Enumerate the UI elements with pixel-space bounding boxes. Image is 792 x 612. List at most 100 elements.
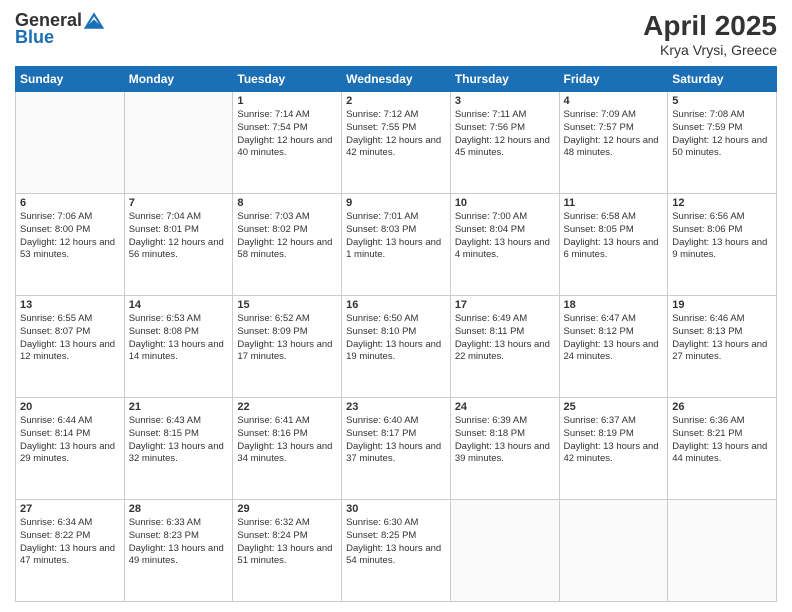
weekday-header-tuesday: Tuesday	[233, 67, 342, 92]
day-info: Sunrise: 6:46 AM Sunset: 8:13 PM Dayligh…	[672, 313, 772, 364]
day-info: Sunrise: 7:08 AM Sunset: 7:59 PM Dayligh…	[672, 109, 772, 160]
calendar-cell: 2 Sunrise: 7:12 AM Sunset: 7:55 PM Daylig…	[342, 92, 451, 194]
day-number: 21	[129, 401, 229, 413]
day-info: Sunrise: 6:47 AM Sunset: 8:12 PM Dayligh…	[564, 313, 664, 364]
day-info: Sunrise: 7:14 AM Sunset: 7:54 PM Dayligh…	[237, 109, 337, 160]
weekday-header-thursday: Thursday	[450, 67, 559, 92]
week-row-2: 13 Sunrise: 6:55 AM Sunset: 8:07 PM Dayli…	[16, 296, 777, 398]
day-number: 15	[237, 299, 337, 311]
calendar-cell: 3 Sunrise: 7:11 AM Sunset: 7:56 PM Daylig…	[450, 92, 559, 194]
day-number: 29	[237, 503, 337, 515]
calendar-cell: 25Sunrise: 6:37 AM Sunset: 8:19 PM Dayli…	[559, 398, 668, 500]
calendar-cell: 16Sunrise: 6:50 AM Sunset: 8:10 PM Dayli…	[342, 296, 451, 398]
day-number: 28	[129, 503, 229, 515]
day-info: Sunrise: 6:30 AM Sunset: 8:25 PM Dayligh…	[346, 517, 446, 568]
logo-icon	[84, 11, 104, 31]
calendar-subtitle: Krya Vrysi, Greece	[643, 42, 777, 58]
day-number: 12	[672, 197, 772, 209]
calendar-cell: 26 Sunrise: 6:36 AM Sunset: 8:21 PM Dayli…	[668, 398, 777, 500]
day-info: Sunrise: 6:39 AM Sunset: 8:18 PM Dayligh…	[455, 415, 555, 466]
day-info: Sunrise: 6:58 AM Sunset: 8:05 PM Dayligh…	[564, 211, 664, 262]
day-number: 8	[237, 197, 337, 209]
day-number: 5	[672, 95, 772, 107]
calendar-cell: 4 Sunrise: 7:09 AM Sunset: 7:57 PM Daylig…	[559, 92, 668, 194]
calendar-cell: 19Sunrise: 6:46 AM Sunset: 8:13 PM Dayli…	[668, 296, 777, 398]
calendar-cell: 27Sunrise: 6:34 AM Sunset: 8:22 PM Dayli…	[16, 500, 125, 602]
day-number: 18	[564, 299, 664, 311]
page: General Blue April 2025 Krya Vrysi, Gree…	[0, 0, 792, 612]
day-number: 6	[20, 197, 120, 209]
day-info: Sunrise: 6:44 AM Sunset: 8:14 PM Dayligh…	[20, 415, 120, 466]
day-number: 7	[129, 197, 229, 209]
calendar-cell: 24 Sunrise: 6:39 AM Sunset: 8:18 PM Dayli…	[450, 398, 559, 500]
weekday-header-wednesday: Wednesday	[342, 67, 451, 92]
day-number: 23	[346, 401, 446, 413]
day-number: 17	[455, 299, 555, 311]
calendar-cell: 20 Sunrise: 6:44 AM Sunset: 8:14 PM Dayli…	[16, 398, 125, 500]
calendar-cell: 29 Sunrise: 6:32 AM Sunset: 8:24 PM Dayli…	[233, 500, 342, 602]
calendar-cell: 17Sunrise: 6:49 AM Sunset: 8:11 PM Dayli…	[450, 296, 559, 398]
calendar-cell: 14 Sunrise: 6:53 AM Sunset: 8:08 PM Dayli…	[124, 296, 233, 398]
day-info: Sunrise: 7:01 AM Sunset: 8:03 PM Dayligh…	[346, 211, 446, 262]
weekday-header-sunday: Sunday	[16, 67, 125, 92]
day-number: 27	[20, 503, 120, 515]
day-info: Sunrise: 6:55 AM Sunset: 8:07 PM Dayligh…	[20, 313, 120, 364]
calendar-cell: 9Sunrise: 7:01 AM Sunset: 8:03 PM Daylig…	[342, 194, 451, 296]
day-info: Sunrise: 7:09 AM Sunset: 7:57 PM Dayligh…	[564, 109, 664, 160]
day-info: Sunrise: 6:50 AM Sunset: 8:10 PM Dayligh…	[346, 313, 446, 364]
header: General Blue April 2025 Krya Vrysi, Gree…	[15, 10, 777, 58]
day-number: 22	[237, 401, 337, 413]
day-number: 30	[346, 503, 446, 515]
day-number: 2	[346, 95, 446, 107]
calendar-cell: 5 Sunrise: 7:08 AM Sunset: 7:59 PM Daylig…	[668, 92, 777, 194]
calendar-title: April 2025	[643, 10, 777, 42]
day-number: 10	[455, 197, 555, 209]
calendar-cell: 10 Sunrise: 7:00 AM Sunset: 8:04 PM Dayli…	[450, 194, 559, 296]
weekday-header-monday: Monday	[124, 67, 233, 92]
day-info: Sunrise: 6:43 AM Sunset: 8:15 PM Dayligh…	[129, 415, 229, 466]
day-number: 20	[20, 401, 120, 413]
calendar-cell: 18 Sunrise: 6:47 AM Sunset: 8:12 PM Dayli…	[559, 296, 668, 398]
calendar-cell: 22 Sunrise: 6:41 AM Sunset: 8:16 PM Dayli…	[233, 398, 342, 500]
day-info: Sunrise: 6:37 AM Sunset: 8:19 PM Dayligh…	[564, 415, 664, 466]
day-info: Sunrise: 6:53 AM Sunset: 8:08 PM Dayligh…	[129, 313, 229, 364]
day-info: Sunrise: 7:11 AM Sunset: 7:56 PM Dayligh…	[455, 109, 555, 160]
day-info: Sunrise: 6:52 AM Sunset: 8:09 PM Dayligh…	[237, 313, 337, 364]
logo-blue: Blue	[15, 27, 54, 48]
calendar-cell: 15 Sunrise: 6:52 AM Sunset: 8:09 PM Dayli…	[233, 296, 342, 398]
calendar-cell: 12 Sunrise: 6:56 AM Sunset: 8:06 PM Dayli…	[668, 194, 777, 296]
week-row-0: 1 Sunrise: 7:14 AM Sunset: 7:54 PM Daylig…	[16, 92, 777, 194]
calendar-cell: 13 Sunrise: 6:55 AM Sunset: 8:07 PM Dayli…	[16, 296, 125, 398]
calendar-cell: 23Sunrise: 6:40 AM Sunset: 8:17 PM Dayli…	[342, 398, 451, 500]
week-row-3: 20 Sunrise: 6:44 AM Sunset: 8:14 PM Dayli…	[16, 398, 777, 500]
day-number: 4	[564, 95, 664, 107]
calendar-table: SundayMondayTuesdayWednesdayThursdayFrid…	[15, 66, 777, 602]
logo: General Blue	[15, 10, 104, 48]
day-info: Sunrise: 6:32 AM Sunset: 8:24 PM Dayligh…	[237, 517, 337, 568]
calendar-cell	[124, 92, 233, 194]
weekday-header-saturday: Saturday	[668, 67, 777, 92]
weekday-header-row: SundayMondayTuesdayWednesdayThursdayFrid…	[16, 67, 777, 92]
title-block: April 2025 Krya Vrysi, Greece	[643, 10, 777, 58]
weekday-header-friday: Friday	[559, 67, 668, 92]
day-number: 14	[129, 299, 229, 311]
day-number: 24	[455, 401, 555, 413]
day-number: 1	[237, 95, 337, 107]
calendar-cell: 11 Sunrise: 6:58 AM Sunset: 8:05 PM Dayli…	[559, 194, 668, 296]
calendar-cell: 6 Sunrise: 7:06 AM Sunset: 8:00 PM Daylig…	[16, 194, 125, 296]
day-info: Sunrise: 6:41 AM Sunset: 8:16 PM Dayligh…	[237, 415, 337, 466]
day-info: Sunrise: 7:06 AM Sunset: 8:00 PM Dayligh…	[20, 211, 120, 262]
calendar-cell	[450, 500, 559, 602]
day-number: 13	[20, 299, 120, 311]
day-info: Sunrise: 7:12 AM Sunset: 7:55 PM Dayligh…	[346, 109, 446, 160]
day-info: Sunrise: 7:00 AM Sunset: 8:04 PM Dayligh…	[455, 211, 555, 262]
week-row-4: 27Sunrise: 6:34 AM Sunset: 8:22 PM Dayli…	[16, 500, 777, 602]
day-number: 26	[672, 401, 772, 413]
day-info: Sunrise: 6:36 AM Sunset: 8:21 PM Dayligh…	[672, 415, 772, 466]
calendar-cell: 7Sunrise: 7:04 AM Sunset: 8:01 PM Daylig…	[124, 194, 233, 296]
calendar-cell: 8Sunrise: 7:03 AM Sunset: 8:02 PM Daylig…	[233, 194, 342, 296]
day-info: Sunrise: 6:56 AM Sunset: 8:06 PM Dayligh…	[672, 211, 772, 262]
day-number: 11	[564, 197, 664, 209]
day-number: 3	[455, 95, 555, 107]
calendar-cell: 1 Sunrise: 7:14 AM Sunset: 7:54 PM Daylig…	[233, 92, 342, 194]
